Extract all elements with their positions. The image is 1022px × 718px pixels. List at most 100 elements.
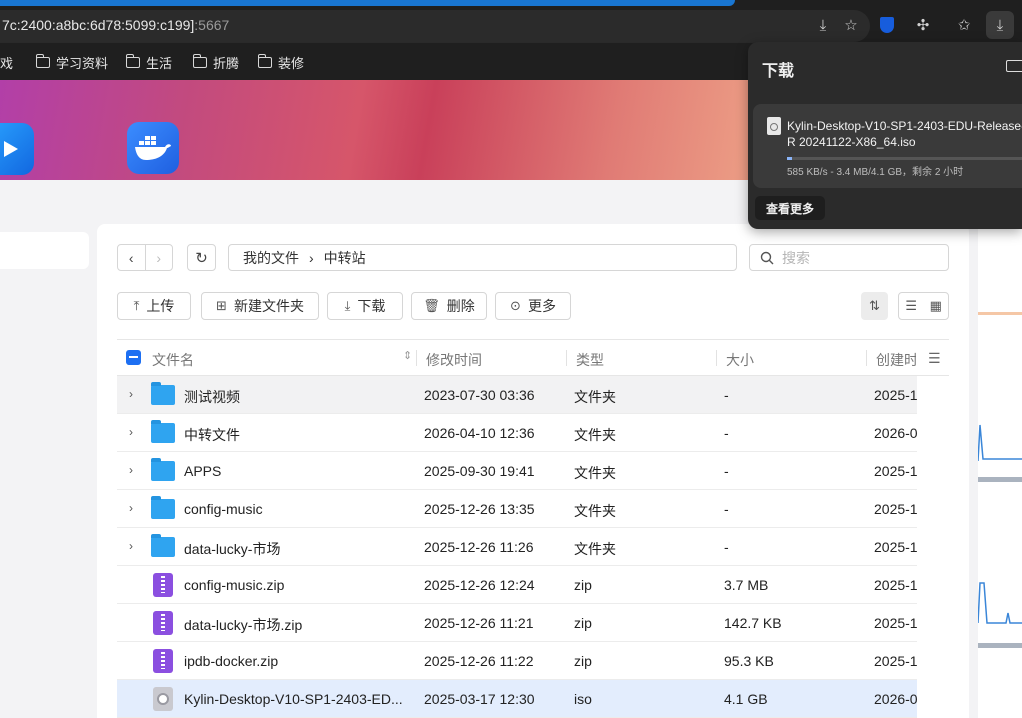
downloads-icon[interactable]: ⤓ (986, 11, 1014, 39)
file-created: 2026-0 (874, 425, 917, 441)
file-name[interactable]: ipdb-docker.zip (184, 653, 278, 669)
active-tab-indicator (0, 0, 735, 6)
column-divider[interactable] (716, 350, 717, 366)
breadcrumb-item-current[interactable]: 中转站 (324, 248, 366, 268)
extensions-puzzle-icon[interactable]: ✣ (912, 14, 934, 36)
folder-icon (151, 420, 175, 443)
table-row[interactable]: › data-lucky-市场 2025-12-26 11:26 文件夹 - 2025-1 (117, 528, 917, 566)
column-settings-icon[interactable]: ☰ (928, 350, 941, 367)
expand-chevron-icon[interactable]: › (129, 501, 133, 515)
file-size: 142.7 KB (724, 615, 782, 631)
file-name[interactable]: config-music (184, 501, 263, 517)
table-row[interactable]: › config-music 2025-12-26 13:35 文件夹 - 2025-1 (117, 490, 917, 528)
column-divider[interactable] (866, 350, 867, 366)
new-folder-button[interactable]: ⊞ 新建文件夹 (201, 292, 319, 320)
breadcrumb-item-my-files[interactable]: 我的文件 (243, 248, 299, 268)
widget-bar (978, 477, 1022, 482)
column-modified[interactable]: 修改时间 (426, 350, 482, 370)
file-created: 2025-1 (874, 463, 917, 479)
bookmark-folder-decor[interactable]: 装修 (257, 53, 304, 72)
file-created: 2025-1 (874, 539, 917, 555)
forward-button[interactable]: › (144, 245, 173, 270)
column-type[interactable]: 类型 (576, 350, 604, 370)
expand-chevron-icon[interactable]: › (129, 425, 133, 439)
new-folder-icon: ⊞ (216, 298, 227, 313)
delete-button[interactable]: 🗑 删除 (411, 292, 487, 320)
search-box[interactable] (749, 244, 949, 271)
folder-icon (151, 458, 175, 481)
column-name[interactable]: 文件名 (152, 350, 194, 370)
zip-file-icon (153, 573, 173, 597)
file-created: 2025-1 (874, 501, 917, 517)
table-row[interactable]: › 测试视频 2023-07-30 03:36 文件夹 - 2025-1 (117, 376, 917, 414)
bookmark-item[interactable]: 戏 (0, 53, 13, 72)
file-modified: 2025-09-30 19:41 (424, 463, 535, 479)
bookmark-folder-study[interactable]: 学习资料 (35, 53, 108, 72)
file-name[interactable]: data-lucky-市场 (184, 539, 280, 559)
sort-button[interactable]: ⇅ (861, 292, 888, 320)
file-name[interactable]: data-lucky-市场.zip (184, 615, 302, 635)
file-created: 2025-1 (874, 615, 917, 631)
expand-chevron-icon[interactable]: › (129, 463, 133, 477)
search-input[interactable] (782, 249, 932, 266)
bookmark-folder-life[interactable]: 生活 (125, 53, 172, 72)
widget-chart (978, 424, 1022, 462)
column-divider[interactable] (566, 350, 567, 366)
folder-icon (151, 382, 175, 405)
file-type: 文件夹 (574, 389, 616, 405)
bitwarden-extension-icon[interactable] (876, 14, 898, 36)
file-name[interactable]: 测试视频 (184, 387, 240, 407)
file-modified: 2025-12-26 11:26 (424, 539, 534, 555)
file-name[interactable]: config-music.zip (184, 577, 284, 593)
download-item[interactable]: Kylin-Desktop-V10-SP1-2403-EDU-Release-R… (753, 104, 1022, 188)
table-row[interactable]: config-music.zip 2025-12-26 12:24 zip 3.7 M… (117, 566, 917, 604)
download-progress-bar (787, 157, 1022, 160)
zip-file-icon (153, 649, 173, 673)
bookmark-star-icon[interactable]: ☆ (840, 14, 862, 36)
see-more-button[interactable]: 查看更多 (755, 196, 825, 220)
address-bar-url[interactable]: 7c:2400:a8bc:6d78:5099:c199]:5667 (2, 17, 229, 33)
side-panel (0, 232, 89, 269)
file-modified: 2025-12-26 11:22 (424, 653, 534, 669)
file-name[interactable]: APPS (184, 463, 221, 479)
install-app-icon[interactable]: ⤓ (812, 14, 834, 36)
more-dots-icon: ⊙ (510, 298, 521, 313)
file-modified: 2026-04-10 12:36 (424, 425, 535, 441)
file-modified: 2025-12-26 11:21 (424, 615, 534, 631)
table-row[interactable]: › APPS 2025-09-30 19:41 文件夹 - 2025-1 (117, 452, 917, 490)
select-all-checkbox[interactable] (126, 350, 141, 365)
table-row[interactable]: ipdb-docker.zip 2025-12-26 11:22 zip 95.3 K… (117, 642, 917, 680)
folder-icon (151, 496, 175, 519)
table-header: 文件名 ⇕ 修改时间 类型 大小 创建时 ☰ (117, 339, 949, 376)
expand-chevron-icon[interactable]: › (129, 387, 133, 401)
column-divider[interactable] (416, 350, 417, 366)
column-created[interactable]: 创建时 (876, 350, 916, 370)
file-modified: 2023-07-30 03:36 (424, 387, 535, 403)
upload-button[interactable]: ⤒ 上传 (117, 292, 191, 320)
favorites-icon[interactable]: ✩ (953, 14, 975, 36)
table-row[interactable]: Kylin-Desktop-V10-SP1-2403-ED... 2025-03-… (117, 680, 917, 718)
table-row[interactable]: › 中转文件 2026-04-10 12:36 文件夹 - 2026-0 (117, 414, 917, 452)
file-size: 3.7 MB (724, 577, 769, 593)
table-row[interactable]: data-lucky-市场.zip 2025-12-26 11:21 zip 142.… (117, 604, 917, 642)
upload-icon: ⤒ (133, 298, 140, 313)
breadcrumb: 我的文件 › 中转站 (228, 244, 737, 271)
refresh-icon: ↻ (195, 249, 208, 267)
file-type: iso (574, 691, 592, 707)
open-folder-icon[interactable] (1006, 60, 1022, 72)
search-icon (760, 251, 774, 264)
list-view-icon[interactable]: ☰ (899, 293, 924, 319)
sort-arrows-icon[interactable]: ⇕ (403, 349, 412, 362)
bookmark-folder-tinker[interactable]: 折腾 (192, 53, 239, 72)
refresh-button[interactable]: ↻ (187, 244, 216, 271)
file-name[interactable]: Kylin-Desktop-V10-SP1-2403-ED... (184, 691, 403, 707)
column-size[interactable]: 大小 (726, 350, 754, 370)
more-button[interactable]: ⊙ 更多 (495, 292, 571, 320)
file-name[interactable]: 中转文件 (184, 425, 240, 445)
expand-chevron-icon[interactable]: › (129, 539, 133, 553)
docker-app-icon[interactable] (127, 122, 179, 174)
download-button[interactable]: ⤓ 下载 (327, 292, 403, 320)
video-app-icon[interactable] (0, 123, 34, 175)
grid-view-icon[interactable]: ▦ (924, 293, 949, 319)
back-button[interactable]: ‹ (118, 245, 145, 270)
